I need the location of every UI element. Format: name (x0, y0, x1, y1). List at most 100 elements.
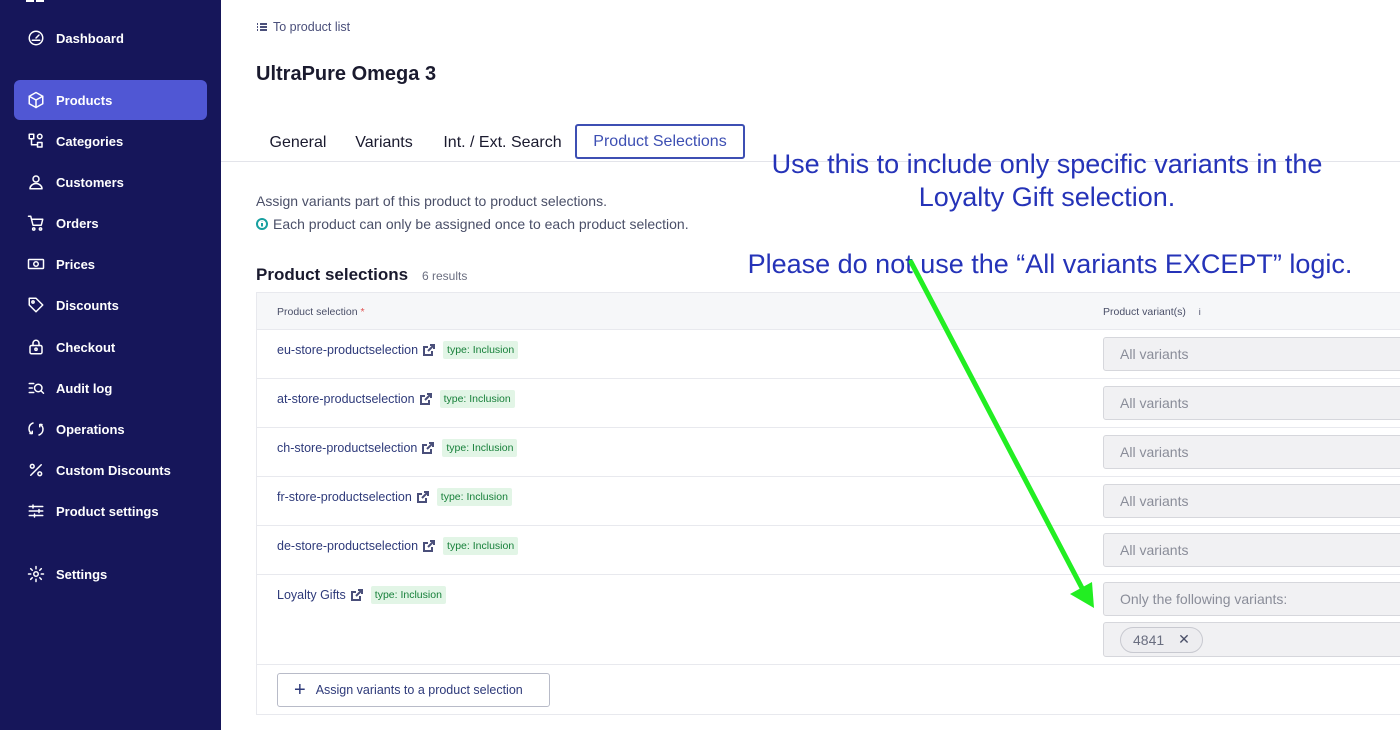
back-to-product-list-link[interactable]: To product list (256, 20, 350, 34)
table-row: fr-store-productselection type: Inclusio… (257, 477, 1400, 526)
money-icon (26, 254, 46, 274)
info-note: Each product can only be assigned once t… (256, 216, 689, 232)
variant-multiselect[interactable]: 4841 ✕ (1103, 622, 1400, 657)
sidebar-item-label: Orders (56, 215, 99, 231)
sidebar-item-custom-discounts[interactable]: Custom Discounts (14, 450, 207, 490)
external-link-icon[interactable] (416, 491, 429, 503)
sidebar-item-settings[interactable]: Settings (14, 554, 207, 594)
annotation-line-2: Loyalty Gift selection. (918, 182, 1176, 212)
sidebar-item-label: Prices (56, 256, 96, 272)
product-selections-table: Product selection * Product variant(s) i… (256, 292, 1400, 715)
operations-icon (26, 419, 46, 439)
cart-icon (26, 213, 46, 233)
annotation-line-1: Use this to include only specific varian… (771, 149, 1323, 179)
page-title: UltraPure Omega 3 (256, 63, 437, 85)
sidebar-item-customers[interactable]: Customers (14, 162, 207, 202)
back-link-label: To product list (273, 20, 351, 34)
box-icon (26, 90, 46, 110)
type-badge: type: Inclusion (370, 586, 446, 604)
info-note-text: Each product can only be assigned once t… (273, 216, 689, 232)
sidebar-item-label: Audit log (56, 380, 113, 396)
sidebar-item-product-settings[interactable]: Product settings (14, 491, 207, 531)
type-badge: type: Inclusion (442, 439, 518, 457)
sidebar-item-products[interactable]: Products (14, 80, 207, 120)
tab-variants[interactable]: Variants (354, 124, 414, 161)
selection-link[interactable]: fr-store-productselection type: Inclusio… (277, 488, 512, 506)
variant-chip: 4841 ✕ (1120, 626, 1203, 653)
variant-select[interactable]: All variants (1103, 484, 1400, 518)
sidebar-item-discounts[interactable]: Discounts (14, 285, 207, 325)
selection-link[interactable]: de-store-productselection type: Inclusio… (277, 537, 519, 555)
external-link-icon[interactable] (423, 344, 436, 356)
sidebar-item-label: Custom Discounts (56, 462, 171, 478)
section-description: Assign variants part of this product to … (256, 193, 607, 209)
plus-icon: + (294, 679, 306, 701)
external-link-icon[interactable] (350, 589, 363, 601)
selection-link[interactable]: Loyalty Gifts type: Inclusion (277, 586, 446, 604)
gauge-icon (26, 28, 46, 48)
sidebar-item-dashboard[interactable]: Dashboard (14, 18, 207, 58)
sidebar-item-label: Categories (56, 133, 124, 149)
section-title: Product selections (256, 265, 409, 284)
sidebar-item-label: Operations (56, 421, 125, 437)
sidebar-item-categories[interactable]: Categories (14, 121, 207, 161)
assign-variants-button[interactable]: + Assign variants to a product selection (277, 673, 550, 707)
variant-select[interactable]: All variants (1103, 337, 1400, 371)
table-row: at-store-productselection type: Inclusio… (257, 379, 1400, 428)
variant-select[interactable]: All variants (1103, 533, 1400, 567)
sidebar-item-checkout[interactable]: Checkout (14, 327, 207, 367)
sidebar-item-audit-log[interactable]: Audit log (14, 368, 207, 408)
tab-general[interactable]: General (269, 124, 327, 161)
external-link-icon[interactable] (422, 442, 435, 454)
sidebar-item-prices[interactable]: Prices (14, 244, 207, 284)
sidebar-item-label: Discounts (56, 297, 119, 313)
user-icon (26, 172, 46, 192)
external-link-icon[interactable] (423, 540, 436, 552)
selection-link[interactable]: at-store-productselection type: Inclusio… (277, 390, 515, 408)
sidebar: Dashboard Products Categories Customers … (0, 0, 221, 730)
remove-chip-icon[interactable]: ✕ (1178, 631, 1190, 648)
sidebar-item-label: Product settings (56, 503, 159, 519)
column-header-variants: Product variant(s) i (1103, 306, 1201, 318)
sidebar-item-label: Customers (56, 174, 124, 190)
gear-icon (26, 564, 46, 584)
tab-product-selections[interactable]: Product Selections (575, 124, 745, 159)
variant-select[interactable]: All variants (1103, 386, 1400, 420)
percent-icon (26, 460, 46, 480)
type-badge: type: Inclusion (436, 488, 512, 506)
selection-link[interactable]: ch-store-productselection type: Inclusio… (277, 439, 518, 457)
info-circle-icon (256, 218, 268, 230)
external-link-icon[interactable] (419, 393, 432, 405)
info-icon[interactable]: i (1199, 307, 1201, 317)
list-icon (256, 21, 268, 33)
variant-select[interactable]: All variants (1103, 435, 1400, 469)
sidebar-item-label: Checkout (56, 339, 116, 355)
sliders-icon (26, 501, 46, 521)
sidebar-item-label: Products (56, 92, 113, 108)
variant-select[interactable]: Only the following variants: (1103, 582, 1400, 616)
table-row: Loyalty Gifts type: Inclusion Only the f… (257, 575, 1400, 665)
selection-link[interactable]: eu-store-productselection type: Inclusio… (277, 341, 519, 359)
grid-icon (26, 0, 44, 6)
column-header-selection: Product selection * (277, 306, 365, 318)
annotation-line-3: Please do not use the “All variants EXCE… (747, 249, 1353, 279)
type-badge: type: Inclusion (443, 537, 519, 555)
type-badge: type: Inclusion (439, 390, 515, 408)
table-row: ch-store-productselection type: Inclusio… (257, 428, 1400, 477)
table-row: de-store-productselection type: Inclusio… (257, 526, 1400, 575)
audit-log-icon (26, 378, 46, 398)
sidebar-item-label: Dashboard (56, 30, 124, 46)
sidebar-item-operations[interactable]: Operations (14, 409, 207, 449)
lock-bag-icon (26, 337, 46, 357)
required-mark: * (360, 306, 365, 318)
table-row: eu-store-productselection type: Inclusio… (257, 330, 1400, 379)
sidebar-item-label: Settings (56, 566, 108, 582)
sidebar-item-orders[interactable]: Orders (14, 203, 207, 243)
assign-button-label: Assign variants to a product selection (315, 683, 523, 697)
tag-icon (26, 295, 46, 315)
type-badge: type: Inclusion (443, 341, 519, 359)
result-count: 6 results (422, 269, 468, 283)
table-header: Product selection * Product variant(s) i (257, 293, 1400, 330)
tab-int-ext-search[interactable]: Int. / Ext. Search (441, 124, 564, 161)
categories-icon (26, 131, 46, 151)
